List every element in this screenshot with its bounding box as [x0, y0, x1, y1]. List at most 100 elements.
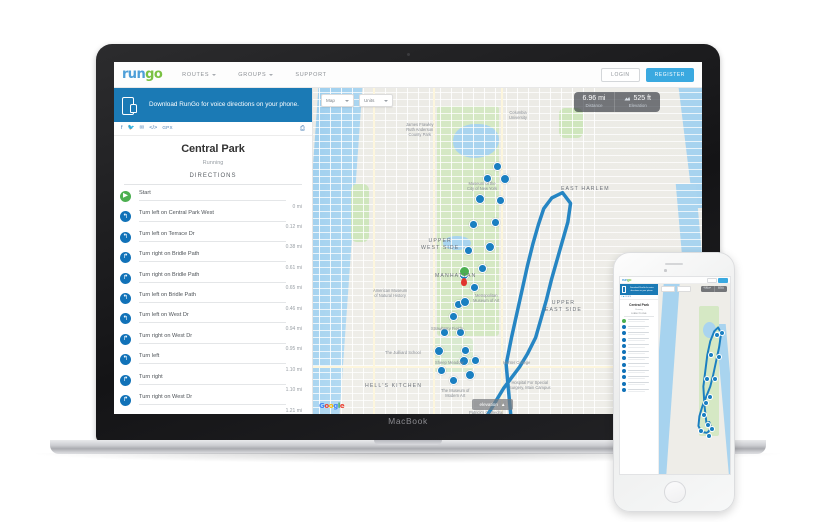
- route-waypoint-marker[interactable]: [478, 264, 487, 273]
- turn-right-icon: [622, 381, 626, 386]
- mobile-route-waypoint-marker[interactable]: [701, 412, 707, 418]
- turn-right-icon: ↱: [120, 252, 131, 264]
- route-waypoint-marker[interactable]: [491, 218, 500, 227]
- twitter-icon[interactable]: 🐦: [128, 125, 135, 132]
- share-bar: f 🐦 ✉ </> GPX ⎙: [114, 122, 312, 136]
- mobile-map-type-select[interactable]: [661, 286, 675, 292]
- map-place-label: EAST HARLEM: [561, 186, 610, 192]
- app-download-banner[interactable]: Download RunGo for voice directions on y…: [114, 88, 312, 122]
- mobile-route-waypoint-marker[interactable]: [706, 433, 712, 439]
- route-waypoint-marker[interactable]: [493, 162, 502, 171]
- route-waypoint-marker[interactable]: [464, 246, 473, 255]
- mobile-route-waypoint-marker[interactable]: [698, 428, 704, 434]
- printer-icon[interactable]: ⎙: [300, 125, 305, 133]
- gpx-download-link[interactable]: GPX: [162, 126, 173, 131]
- direction-step[interactable]: ↱ Turn right on West Dr 1.21 mi: [114, 392, 312, 414]
- distance-value: 6.96 mi: [582, 95, 606, 102]
- direction-step[interactable]: ↱ Turn right on Bridle Path 0.65 mi: [114, 270, 312, 292]
- route-waypoint-marker[interactable]: [437, 366, 446, 375]
- route-waypoint-marker[interactable]: [470, 283, 479, 292]
- route-waypoint-marker[interactable]: [434, 346, 444, 356]
- directions-list[interactable]: ▶ Start 0 mi ↰ Turn left on Central Park Wes…: [114, 185, 312, 414]
- stat-elevation: 525 ft Elevation: [614, 92, 660, 112]
- mobile-map-canvas[interactable]: 6.96 mi Distance 525 ft Elevation: [659, 284, 730, 474]
- stat-distance: 6.96 mi Distance: [574, 92, 615, 112]
- direction-step[interactable]: ▶ Start 0 mi: [114, 188, 312, 210]
- map-place-label: The Museum of Modern Art: [441, 388, 470, 399]
- route-waypoint-marker[interactable]: [469, 220, 478, 229]
- route-waypoint-marker[interactable]: [500, 174, 510, 184]
- nav-item-support[interactable]: SUPPORT: [295, 72, 326, 78]
- route-waypoint-marker[interactable]: [496, 196, 505, 205]
- units-value: Units: [363, 98, 375, 103]
- direction-step[interactable]: ↱ Turn right on West Dr 0.95 mi: [114, 331, 312, 353]
- mobile-body: Download RunGo for voice directions on y…: [620, 284, 730, 474]
- mobile-route-waypoint-marker[interactable]: [709, 426, 715, 432]
- embed-code-icon[interactable]: </>: [149, 125, 157, 132]
- facebook-icon[interactable]: f: [121, 125, 123, 132]
- mobile-navbar: rungo: [620, 277, 730, 284]
- nav-item-groups[interactable]: GROUPS: [238, 72, 274, 78]
- mobile-rungo-logo[interactable]: rungo: [622, 278, 631, 282]
- route-stats-panel: 6.96 mi Distance 525 ft Elevation: [573, 92, 660, 112]
- units-select[interactable]: Units: [358, 94, 394, 107]
- mobile-units-select[interactable]: [676, 286, 691, 292]
- direction-step[interactable]: ↰ Turn left 1.10 mi: [114, 351, 312, 373]
- mobile-direction-step[interactable]: [620, 387, 658, 393]
- mobile-route-waypoint-marker[interactable]: [703, 400, 709, 406]
- mobile-directions-list[interactable]: [620, 317, 658, 475]
- route-waypoint-marker[interactable]: [465, 370, 475, 380]
- map-place-label: Strawberry Fields: [431, 326, 463, 331]
- direction-step-text: Turn right on Bridle Path: [139, 251, 200, 258]
- distance-label: Distance: [585, 103, 603, 108]
- route-waypoint-marker[interactable]: [460, 297, 470, 307]
- macbook-camera-icon: [406, 53, 410, 56]
- mobile-route-waypoint-marker[interactable]: [708, 352, 714, 358]
- direction-step[interactable]: ↰ Turn left on Central Park West 0.12 mi: [114, 208, 312, 230]
- login-button[interactable]: LOGIN: [601, 67, 640, 82]
- mobile-elevation-label: Elevation: [717, 289, 724, 290]
- mobile-map-controls: [661, 286, 691, 292]
- logo-go-text: go: [145, 67, 163, 82]
- mobile-app-banner[interactable]: Download RunGo for voice directions on y…: [620, 284, 658, 295]
- map-type-select[interactable]: Map: [321, 94, 354, 107]
- direction-step-distance: 0.65 mi: [285, 285, 302, 292]
- direction-step-text: Turn left on Bridle Path: [139, 291, 197, 298]
- direction-step-text: Turn left on West Dr: [139, 312, 189, 319]
- mobile-route-waypoint-marker[interactable]: [719, 330, 725, 336]
- divider: [139, 322, 286, 324]
- mobile-route-waypoint-marker[interactable]: [704, 376, 710, 382]
- route-waypoint-marker[interactable]: [449, 376, 458, 385]
- rungo-logo[interactable]: rungo: [122, 67, 163, 82]
- map-place-label: Hospital For Special Surgery, Main Campu…: [509, 380, 551, 391]
- route-waypoint-marker[interactable]: [485, 242, 495, 252]
- route-waypoint-marker[interactable]: [461, 346, 470, 355]
- iphone-home-button[interactable]: [664, 481, 686, 503]
- direction-step[interactable]: ↱ Turn right 1.10 mi: [114, 372, 312, 393]
- mobile-route-waypoint-marker[interactable]: [716, 354, 722, 360]
- elevation-toggle-button[interactable]: elevation ▲: [471, 399, 514, 410]
- email-icon[interactable]: ✉: [140, 125, 145, 132]
- nav-item-routes[interactable]: ROUTES: [182, 71, 217, 78]
- mobile-share-bar: f 🐦 ✉ GPX: [620, 295, 658, 300]
- direction-step[interactable]: ↰ Turn left on Terrace Dr 0.38 mi: [114, 229, 312, 250]
- mobile-register-button[interactable]: [718, 277, 728, 283]
- route-waypoint-marker[interactable]: [475, 194, 485, 204]
- mobile-directions-header: DIRECTIONS: [631, 312, 647, 315]
- mobile-step-lines: [627, 363, 657, 367]
- nav-routes-label: ROUTES: [182, 71, 210, 78]
- direction-step[interactable]: ↰ Turn left on West Dr 0.94 mi: [114, 310, 312, 332]
- google-logo: Google: [319, 402, 345, 410]
- mobile-login-button[interactable]: [706, 277, 717, 283]
- site-navbar: rungo ROUTES GROUPS SUPPORT LOGIN REGIST…: [114, 62, 702, 88]
- route-waypoint-marker[interactable]: [471, 356, 480, 365]
- start-icon: ▶: [120, 191, 131, 202]
- mobile-route-waypoint-marker[interactable]: [707, 394, 713, 400]
- register-button[interactable]: REGISTER: [645, 67, 694, 82]
- direction-step[interactable]: ↱ Turn right on Bridle Path 0.61 mi: [114, 249, 312, 271]
- directions-header: DIRECTIONS: [189, 173, 237, 179]
- mobile-route-waypoint-marker[interactable]: [712, 376, 718, 382]
- route-waypoint-marker[interactable]: [449, 312, 458, 321]
- direction-step[interactable]: ↰ Turn left on Bridle Path 0.46 mi: [114, 290, 312, 312]
- direction-step-distance: 0.95 mi: [285, 346, 302, 353]
